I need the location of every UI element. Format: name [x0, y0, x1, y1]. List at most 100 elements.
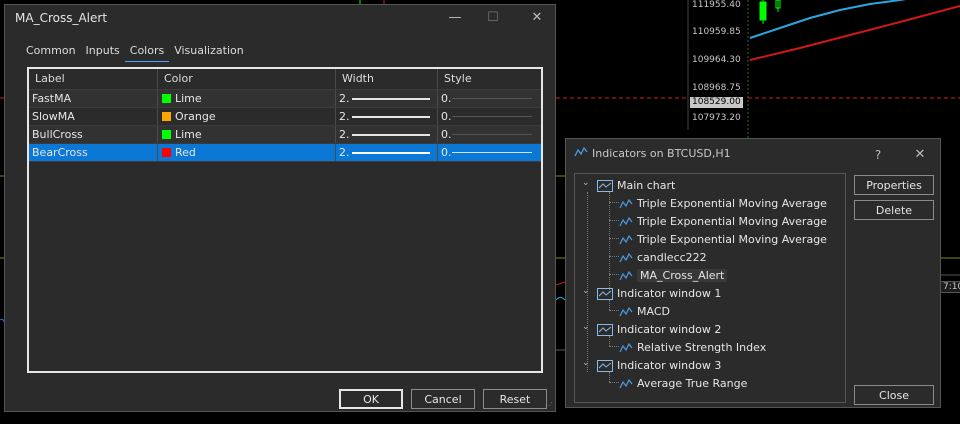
grid-header: Label Color Width Style [29, 69, 541, 90]
dialog-title: MA_Cross_Alert [15, 11, 108, 25]
color-name: Lime [175, 92, 202, 105]
style-line-preview [452, 134, 532, 135]
width-cell[interactable]: 2. [336, 108, 438, 125]
close-dialog-button[interactable]: Close [854, 385, 934, 405]
width-cell[interactable]: 2. [336, 126, 438, 143]
style-cell[interactable]: 0. [438, 108, 539, 125]
indicator-properties-dialog: MA_Cross_Alert — ☐ ✕ Common Inputs Color… [4, 4, 556, 412]
style-line-preview [452, 116, 532, 117]
chart-window-icon [597, 288, 613, 300]
reset-button[interactable]: Reset [483, 389, 547, 409]
width-cell[interactable]: 2. [336, 90, 438, 107]
price-label: 111955.40 [692, 0, 741, 10]
color-cell[interactable]: Orange [158, 108, 336, 125]
tree-item-indicator[interactable]: Triple Exponential Moving Average [619, 195, 827, 213]
table-row[interactable]: BullCross Lime 2. 0. [29, 126, 541, 144]
width-line-preview [352, 152, 430, 154]
delete-button[interactable]: Delete [854, 200, 934, 220]
tree-group-indicator-window-3[interactable]: Indicator window 3 [597, 357, 721, 375]
chevron-down-icon[interactable]: ⌄ [582, 178, 590, 188]
tree-item-indicator-selected[interactable]: MA_Cross_Alert [619, 267, 728, 285]
indicator-icon [619, 198, 633, 209]
tab-visualization[interactable]: Visualization [169, 43, 248, 61]
tree-item-indicator[interactable]: MACD [619, 303, 670, 321]
style-value: 0. [441, 92, 452, 105]
close-button[interactable]: ✕ [910, 145, 930, 165]
tree-item-indicator[interactable]: Relative Strength Index [619, 339, 766, 357]
chart-window-icon [597, 180, 613, 192]
tree-connector [609, 202, 619, 203]
width-cell[interactable]: 2. [336, 144, 438, 161]
color-name: Red [175, 146, 196, 159]
minimize-button[interactable]: — [445, 8, 465, 28]
tab-inputs[interactable]: Inputs [81, 43, 125, 61]
tree-group-main-chart[interactable]: Main chart [597, 177, 675, 195]
indicator-icon [619, 252, 633, 263]
chevron-down-icon[interactable]: ⌄ [582, 322, 590, 332]
style-line-preview [452, 152, 532, 153]
color-cell[interactable]: Red [158, 144, 336, 161]
tree-group-label: Main chart [617, 179, 676, 192]
dialog-title: Indicators on BTCUSD,H1 [592, 147, 731, 160]
tree-item-label: MA_Cross_Alert [637, 269, 728, 282]
width-value: 2. [339, 92, 350, 105]
chevron-down-icon[interactable]: ⌄ [582, 286, 590, 296]
style-cell[interactable]: 0. [438, 126, 539, 143]
tree-group-label: Indicator window 3 [617, 359, 722, 372]
tree-connector [609, 310, 619, 311]
color-cell[interactable]: Lime [158, 126, 336, 143]
color-swatch [162, 130, 171, 139]
table-row[interactable]: FastMA Lime 2. 0. [29, 90, 541, 108]
indicator-icon [619, 234, 633, 245]
style-cell[interactable]: 0. [438, 90, 539, 107]
color-swatch [162, 112, 171, 121]
tab-common[interactable]: Common [21, 43, 81, 61]
tree-group-label: Indicator window 2 [617, 323, 722, 336]
tree-item-indicator[interactable]: Triple Exponential Moving Average [619, 231, 827, 249]
tree-item-indicator[interactable]: Triple Exponential Moving Average [619, 213, 827, 231]
indicator-icon [619, 216, 633, 227]
column-header-width[interactable]: Width [336, 69, 438, 89]
color-name: Orange [175, 110, 216, 123]
tree-connector [609, 238, 619, 239]
properties-button[interactable]: Properties [854, 175, 934, 195]
resize-grip-icon[interactable]: ⋰ [545, 401, 553, 410]
dialog-titlebar[interactable]: MA_Cross_Alert — ☐ ✕ [5, 5, 555, 31]
tree-item-label: Average True Range [637, 377, 748, 390]
tree-connector [609, 256, 619, 257]
cancel-button[interactable]: Cancel [411, 389, 475, 409]
tree-item-indicator[interactable]: candlecc222 [619, 249, 707, 267]
indicator-icon [619, 270, 633, 281]
tree-item-label: Relative Strength Index [637, 341, 767, 354]
indicator-icon [619, 378, 633, 389]
tree-item-label: Triple Exponential Moving Average [637, 215, 827, 228]
row-label: FastMA [29, 90, 158, 107]
chevron-down-icon[interactable]: ⌄ [582, 358, 590, 368]
tree-group-indicator-window-2[interactable]: Indicator window 2 [597, 321, 721, 339]
row-label: BullCross [29, 126, 158, 143]
style-value: 0. [441, 110, 452, 123]
indicators-dialog: Indicators on BTCUSD,H1 ? ✕ ⌄ Main chart… [565, 138, 941, 408]
maximize-button[interactable]: ☐ [483, 8, 503, 28]
table-row[interactable]: SlowMA Orange 2. 0. [29, 108, 541, 126]
tree-connector [609, 346, 619, 347]
column-header-style[interactable]: Style [438, 69, 539, 89]
style-value: 0. [441, 128, 452, 141]
tree-item-indicator[interactable]: Average True Range [619, 375, 747, 393]
column-header-color[interactable]: Color [158, 69, 336, 89]
price-label: 108968.75 [692, 83, 741, 93]
table-row-selected[interactable]: BearCross Red 2. 0. [29, 144, 541, 162]
style-cell[interactable]: 0. [438, 144, 539, 161]
tab-colors[interactable]: Colors [124, 43, 170, 62]
help-button[interactable]: ? [868, 145, 888, 165]
width-value: 2. [339, 128, 350, 141]
width-line-preview [352, 116, 430, 118]
column-header-label[interactable]: Label [29, 69, 158, 89]
ok-button[interactable]: OK [339, 389, 403, 409]
close-button[interactable]: ✕ [527, 8, 547, 28]
current-price-label: 108529.00 [690, 97, 743, 108]
color-cell[interactable]: Lime [158, 90, 336, 107]
tree-group-indicator-window-1[interactable]: Indicator window 1 [597, 285, 721, 303]
price-label: 109964.30 [692, 55, 741, 65]
tree-connector [609, 192, 610, 292]
